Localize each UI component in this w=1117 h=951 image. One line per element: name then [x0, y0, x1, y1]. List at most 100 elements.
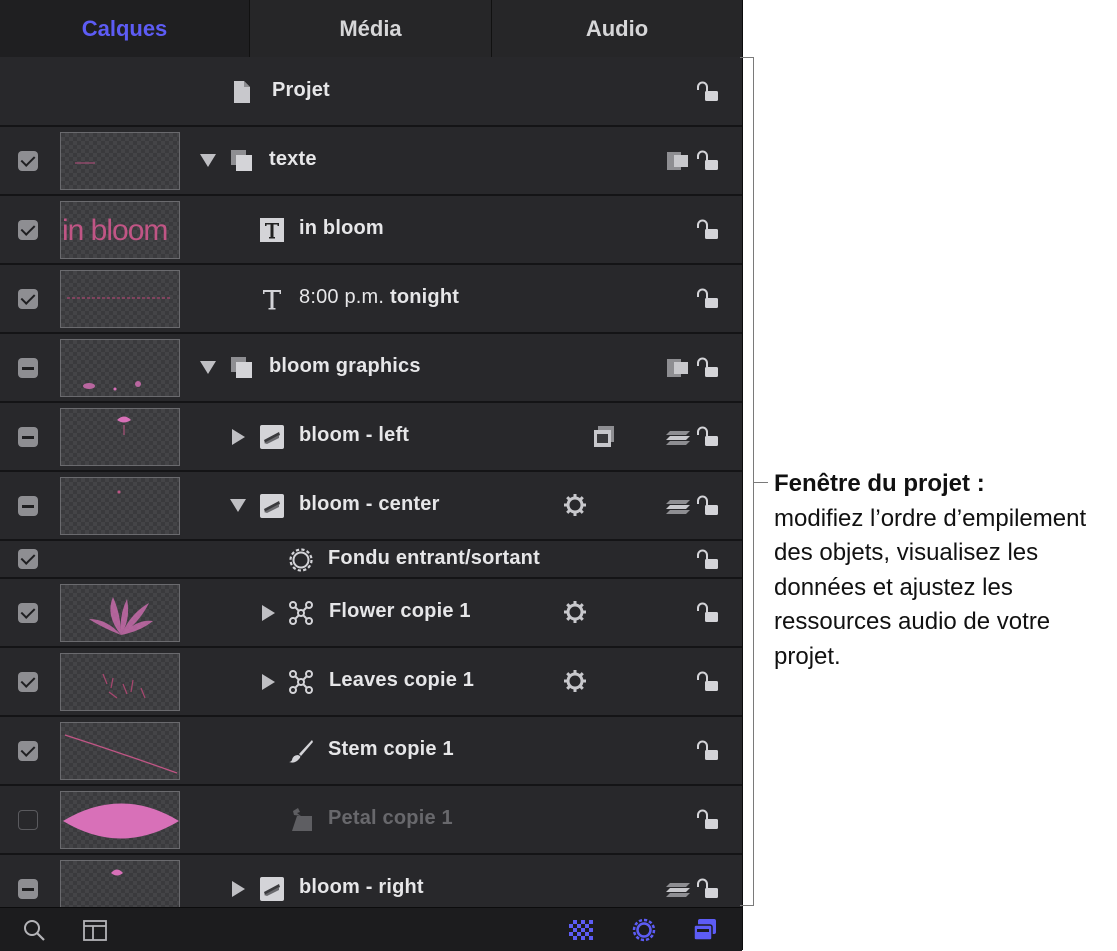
panel-footer	[0, 907, 742, 951]
unlocked-icon[interactable]	[696, 548, 720, 572]
layer-visibility-checkbox[interactable]	[18, 427, 38, 447]
layer-visibility-checkbox[interactable]	[18, 289, 38, 309]
layer-row[interactable]: 8:00 p.m. tonight	[0, 265, 742, 334]
paint-brush-icon	[289, 740, 313, 763]
particle-emitter-icon	[289, 670, 313, 694]
unlocked-icon[interactable]	[696, 425, 720, 449]
layer-thumbnail	[60, 860, 180, 907]
behavior-gear-icon[interactable]	[563, 669, 587, 693]
layer-thumbnail	[60, 653, 180, 711]
layer-row[interactable]: texte	[0, 127, 742, 196]
layer-visibility-checkbox[interactable]	[18, 741, 38, 761]
layers-stack-icon	[666, 431, 690, 445]
disclosure-triangle-expanded[interactable]	[230, 499, 246, 512]
project-panel: Calques Média Audio Projet texte in bloo…	[0, 0, 743, 951]
layer-name: bloom - right	[299, 876, 424, 898]
layer-icon	[260, 425, 284, 449]
add-group-icon[interactable]	[693, 918, 717, 942]
project-row[interactable]: Projet	[0, 57, 742, 127]
callout-body: modifiez l’ordre d’empilement des objets…	[774, 504, 1087, 670]
layer-name: bloom - left	[299, 424, 410, 446]
layer-name: Stem copie 1	[328, 738, 454, 760]
shape-icon	[292, 808, 312, 831]
disclosure-triangle-collapsed[interactable]	[262, 674, 275, 690]
text-icon	[263, 290, 281, 310]
project-name: Projet	[272, 79, 330, 101]
disclosure-triangle-collapsed[interactable]	[232, 881, 245, 897]
unlocked-icon[interactable]	[696, 218, 720, 242]
behavior-enable-checkbox[interactable]	[18, 549, 38, 569]
group-icon	[231, 357, 252, 378]
unlocked-icon[interactable]	[696, 356, 720, 380]
unlocked-icon[interactable]	[696, 494, 720, 518]
layer-row[interactable]: Petal copie 1	[0, 786, 742, 855]
unlocked-icon[interactable]	[696, 739, 720, 763]
unlocked-icon[interactable]	[696, 670, 720, 694]
document-icon	[234, 81, 250, 103]
layer-visibility-checkbox[interactable]	[18, 358, 38, 378]
unlocked-icon[interactable]	[696, 601, 720, 625]
layer-visibility-checkbox[interactable]	[18, 603, 38, 623]
search-icon[interactable]	[22, 918, 46, 942]
layer-row[interactable]: bloom - left	[0, 403, 742, 472]
blend-group-icon	[667, 152, 688, 170]
layer-row[interactable]: bloom graphics	[0, 334, 742, 403]
layers-stack-icon	[666, 500, 690, 514]
layer-name: Leaves copie 1	[329, 669, 475, 691]
layer-visibility-checkbox[interactable]	[18, 496, 38, 516]
layer-visibility-checkbox[interactable]	[18, 879, 38, 899]
behavior-gear-icon[interactable]	[563, 600, 587, 624]
behavior-row[interactable]: Fondu entrant/sortant	[0, 541, 742, 579]
unlocked-icon[interactable]	[696, 877, 720, 901]
tab-bar: Calques Média Audio	[0, 0, 742, 57]
layer-thumbnail	[60, 270, 180, 328]
layers-stack-icon	[666, 883, 690, 897]
text-layer-icon	[260, 218, 284, 242]
thumbnail-toggle-icon[interactable]	[83, 918, 107, 942]
film-strip-icon	[594, 426, 614, 447]
layer-row[interactable]: bloom - right	[0, 855, 742, 907]
behavior-gear-icon	[289, 548, 313, 572]
layer-visibility-checkbox[interactable]	[18, 151, 38, 171]
layer-name: bloom graphics	[269, 355, 421, 377]
unlocked-icon[interactable]	[696, 149, 720, 173]
disclosure-triangle-collapsed[interactable]	[232, 429, 245, 445]
behavior-gear-icon[interactable]	[563, 493, 587, 517]
layer-visibility-checkbox[interactable]	[18, 810, 38, 830]
layer-row[interactable]: Leaves copie 1	[0, 648, 742, 717]
layer-thumbnail	[60, 722, 180, 780]
layer-name: Petal copie 1	[328, 807, 453, 829]
layer-icon	[260, 494, 284, 518]
tab-media[interactable]: Média	[249, 0, 491, 57]
tab-audio[interactable]: Audio	[491, 0, 742, 57]
checkerboard-icon[interactable]	[569, 918, 593, 942]
layer-row[interactable]: Stem copie 1	[0, 717, 742, 786]
layer-icon	[260, 877, 284, 901]
callout-bracket	[740, 57, 754, 906]
layer-visibility-checkbox[interactable]	[18, 220, 38, 240]
layer-row[interactable]: in bloom in bloom	[0, 196, 742, 265]
layer-thumbnail	[60, 584, 180, 642]
layer-row[interactable]: Flower copie 1	[0, 579, 742, 648]
unlocked-icon[interactable]	[696, 80, 720, 104]
disclosure-triangle-collapsed[interactable]	[262, 605, 275, 621]
disclosure-triangle-expanded[interactable]	[200, 361, 216, 374]
layer-thumbnail	[60, 477, 180, 535]
layer-thumbnail: in bloom	[60, 201, 180, 259]
layer-thumbnail	[60, 408, 180, 466]
add-behavior-gear-icon[interactable]	[632, 918, 656, 942]
disclosure-triangle-expanded[interactable]	[200, 154, 216, 167]
particle-emitter-icon	[289, 601, 313, 625]
unlocked-icon[interactable]	[696, 808, 720, 832]
layer-name: 8:00 p.m. tonight	[299, 286, 460, 308]
behavior-name: Fondu entrant/sortant	[328, 547, 540, 569]
layer-thumbnail	[60, 339, 180, 397]
layer-thumbnail	[60, 132, 180, 190]
layer-row[interactable]: bloom - center	[0, 472, 742, 541]
layer-name: texte	[269, 148, 317, 170]
tab-layers[interactable]: Calques	[0, 0, 249, 57]
blend-group-icon	[667, 359, 688, 377]
callout-bracket-tick	[754, 482, 768, 483]
unlocked-icon[interactable]	[696, 287, 720, 311]
layer-visibility-checkbox[interactable]	[18, 672, 38, 692]
